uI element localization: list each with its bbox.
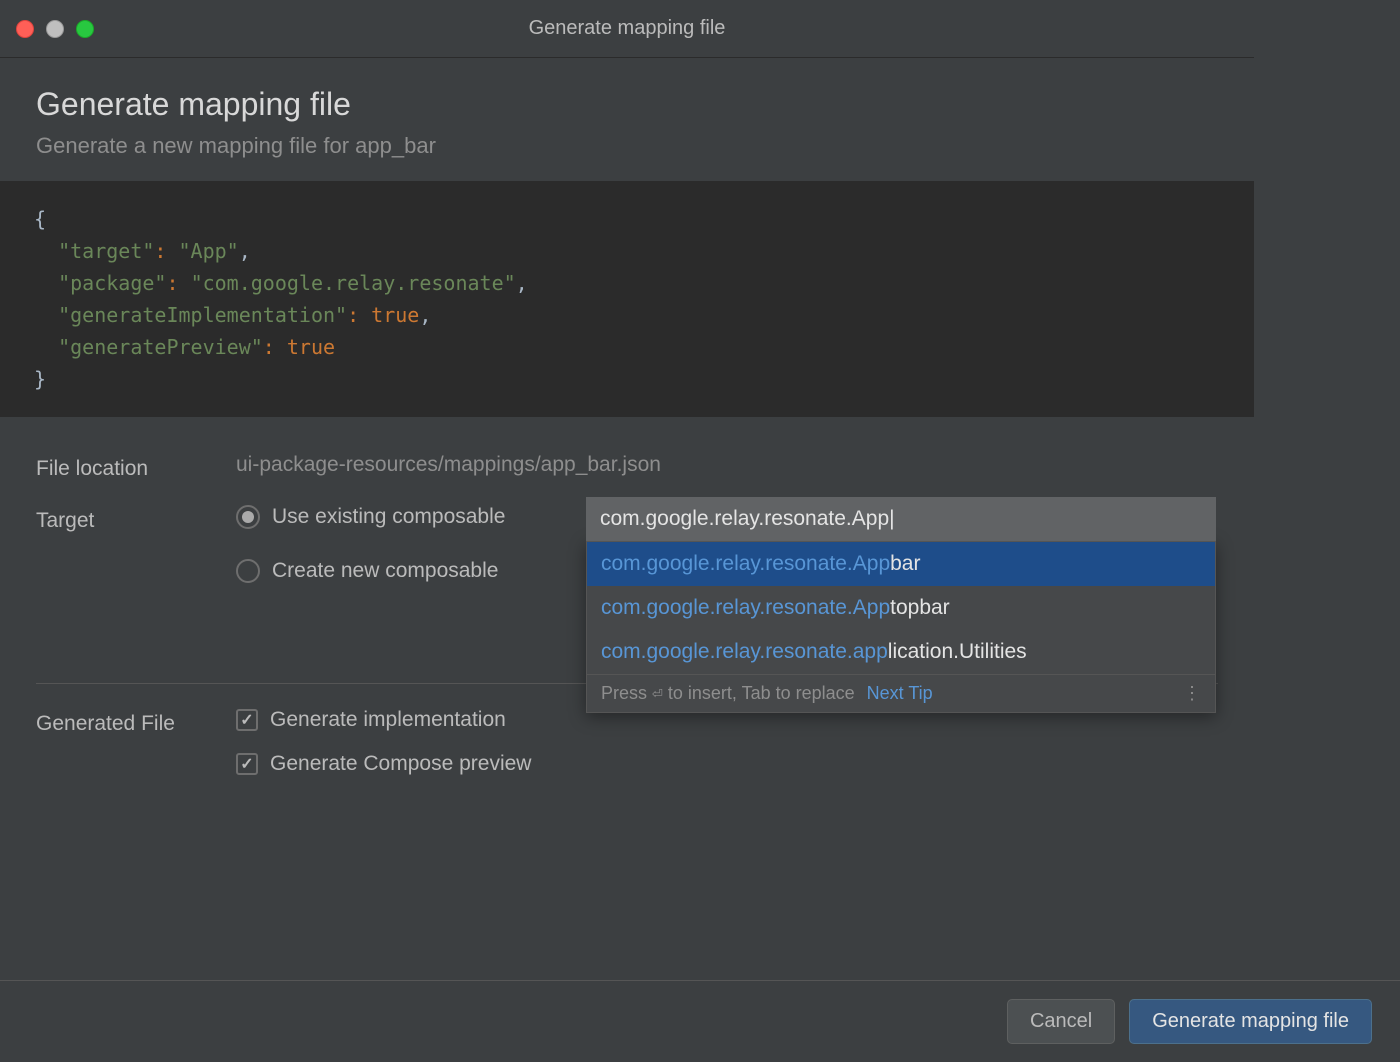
radio-label: Use existing composable	[272, 505, 505, 529]
json-key: "generateImplementation"	[58, 303, 347, 327]
autocomplete-popup: com.google.relay.resonate.Appbar com.goo…	[586, 541, 1216, 713]
generate-button[interactable]: Generate mapping file	[1129, 999, 1372, 1044]
close-window-button[interactable]	[16, 20, 34, 38]
autocomplete-item[interactable]: com.google.relay.resonate.application.Ut…	[587, 630, 1215, 674]
maximize-window-button[interactable]	[76, 20, 94, 38]
window-title: Generate mapping file	[529, 17, 726, 40]
autocomplete-footer: Press ⏎ to insert, Tab to replace Next T…	[587, 674, 1215, 712]
checkbox-generate-preview[interactable]: Generate Compose preview	[236, 752, 1218, 776]
checkbox-label: Generate implementation	[270, 708, 506, 732]
kebab-menu-icon[interactable]: ⋮	[1183, 683, 1201, 704]
titlebar: Generate mapping file	[0, 0, 1254, 58]
file-location-value: ui-package-resources/mappings/app_bar.js…	[236, 453, 1218, 477]
target-autocomplete: com.google.relay.resonate.Appbar com.goo…	[586, 497, 1216, 713]
checkbox-icon	[236, 709, 258, 731]
next-tip-link[interactable]: Next Tip	[867, 683, 933, 704]
minimize-window-button[interactable]	[46, 20, 64, 38]
autocomplete-item[interactable]: com.google.relay.resonate.Apptopbar	[587, 586, 1215, 630]
target-input[interactable]	[586, 497, 1216, 541]
enter-key-icon: ⏎	[652, 683, 663, 704]
radio-label: Create new composable	[272, 559, 498, 583]
generated-file-label: Generated File	[36, 708, 236, 736]
radio-icon	[236, 559, 260, 583]
target-label: Target	[36, 505, 236, 533]
cancel-button[interactable]: Cancel	[1007, 999, 1115, 1044]
checkbox-label: Generate Compose preview	[270, 752, 531, 776]
window-controls	[16, 20, 94, 38]
dialog-subtitle: Generate a new mapping file for app_bar	[36, 133, 1218, 159]
dialog-content: Generate mapping file Generate a new map…	[0, 58, 1254, 796]
generated-file-row: Generated File Generate implementation G…	[36, 708, 1218, 796]
radio-icon	[236, 505, 260, 529]
json-preview: { "target": "App", "package": "com.googl…	[0, 181, 1254, 417]
checkbox-icon	[236, 753, 258, 775]
json-key: "package"	[58, 271, 166, 295]
file-location-label: File location	[36, 453, 236, 481]
file-location-row: File location ui-package-resources/mappi…	[36, 453, 1218, 481]
autocomplete-item[interactable]: com.google.relay.resonate.Appbar	[587, 542, 1215, 586]
button-bar: Cancel Generate mapping file	[0, 980, 1400, 1062]
json-key: "target"	[58, 239, 154, 263]
form: File location ui-package-resources/mappi…	[36, 417, 1218, 796]
json-key: "generatePreview"	[58, 335, 263, 359]
target-row: Target Use existing composable Create ne…	[36, 505, 1218, 613]
dialog-heading: Generate mapping file	[36, 86, 1218, 123]
